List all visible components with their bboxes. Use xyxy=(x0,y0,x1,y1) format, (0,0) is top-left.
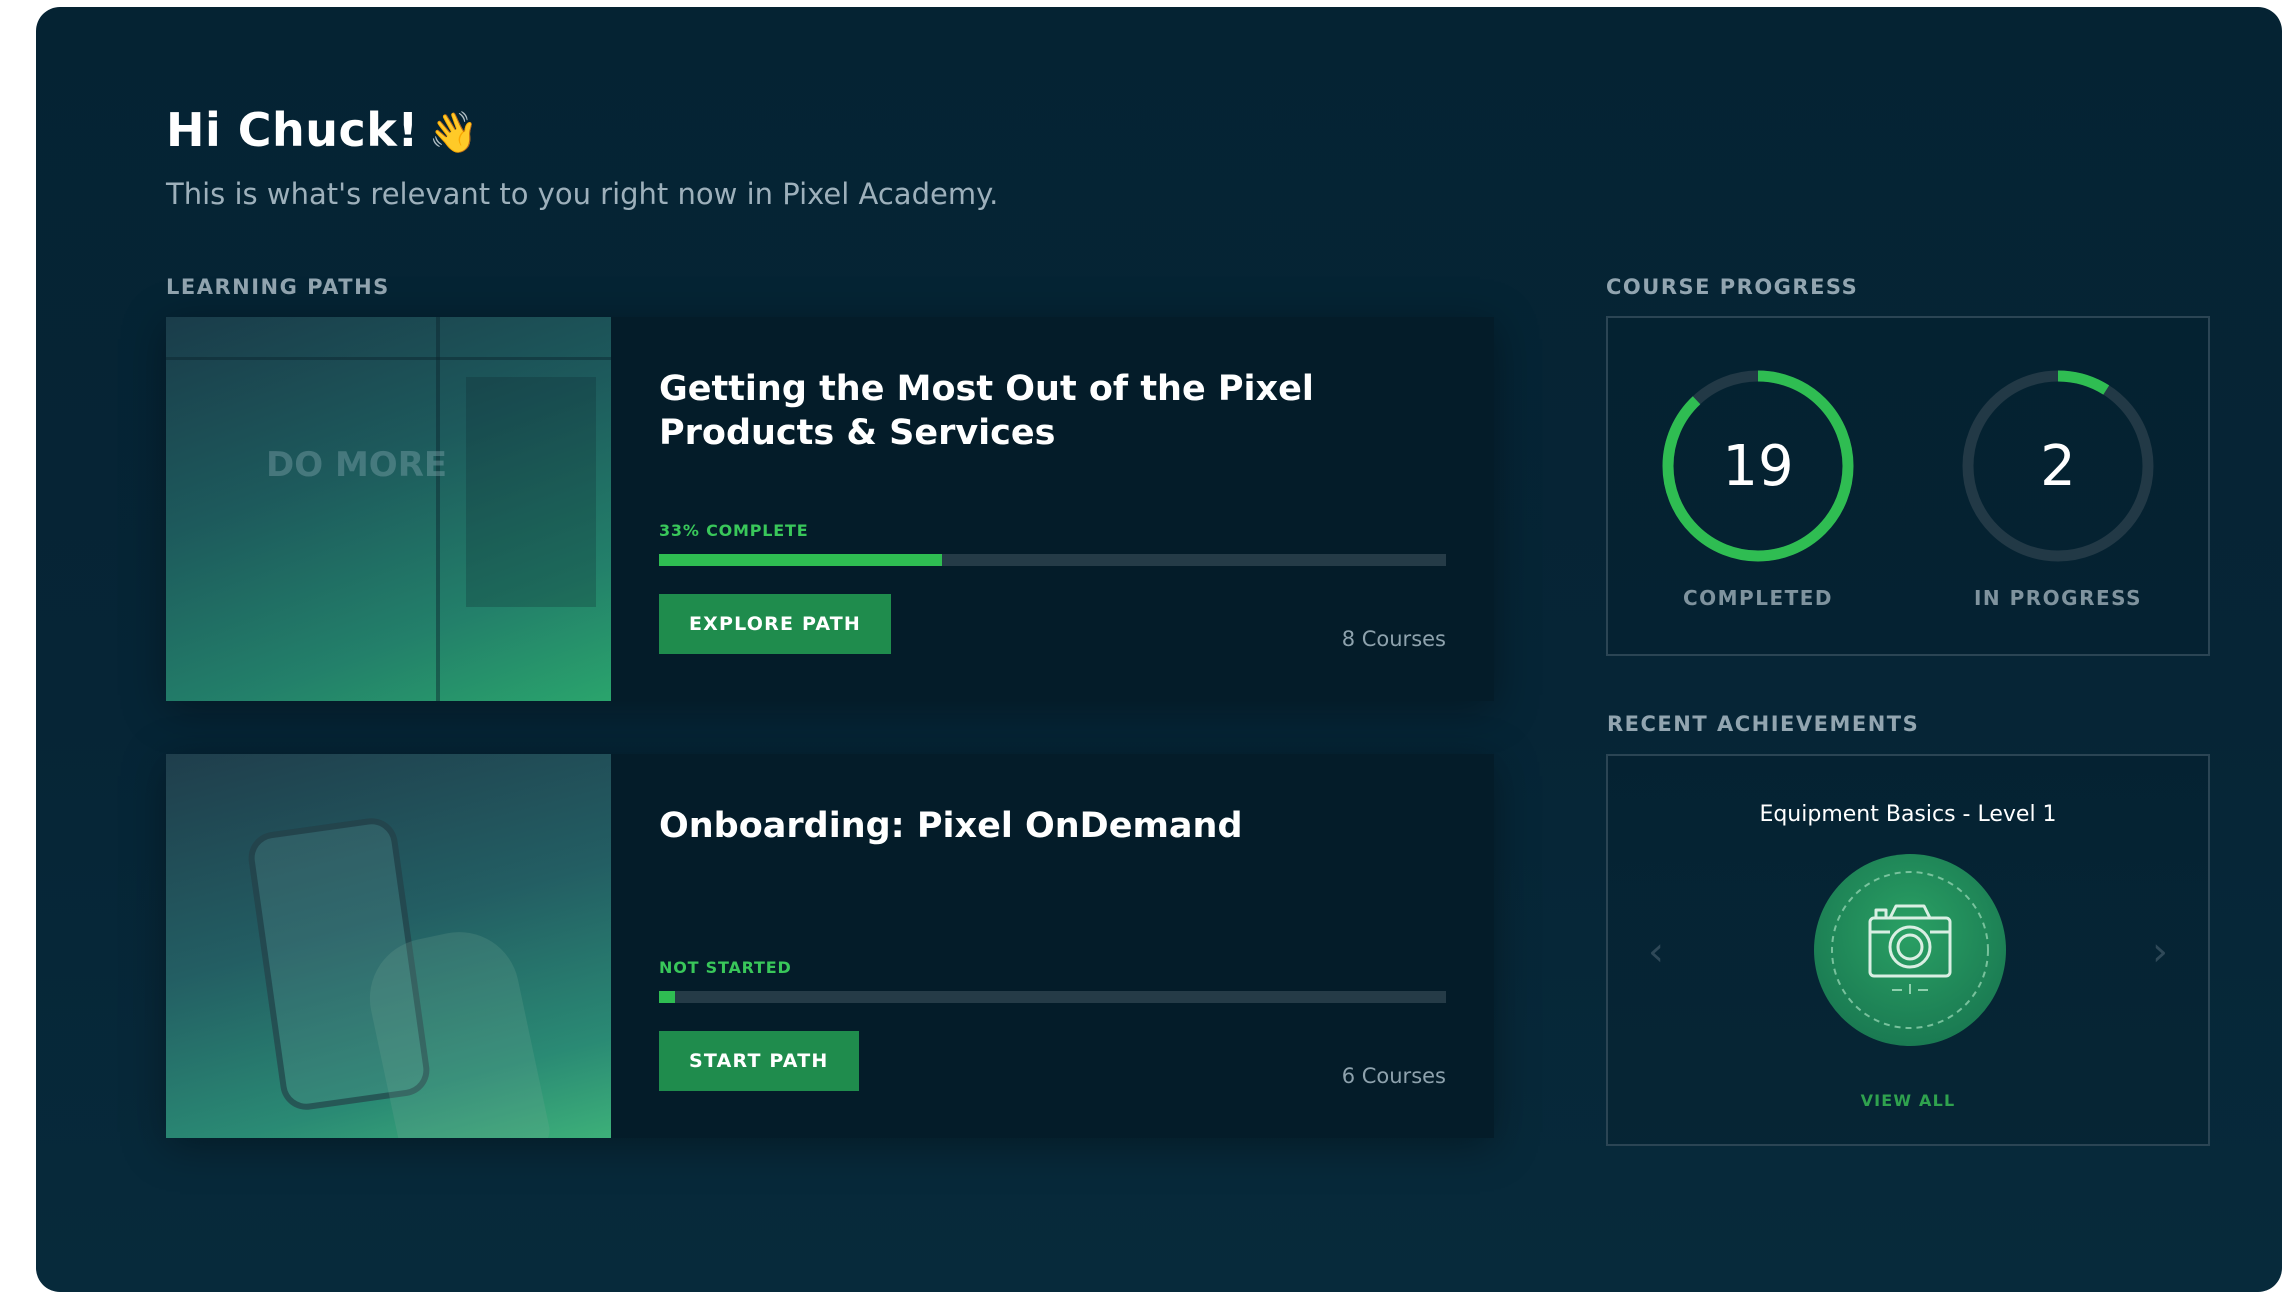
course-progress-label: COURSE PROGRESS xyxy=(1606,275,1859,299)
path-progress-fill xyxy=(659,554,943,566)
path-image-office: DO MORE xyxy=(166,317,611,701)
learning-path-card[interactable]: Onboarding: Pixel OnDemand NOT STARTED S… xyxy=(166,754,1494,1138)
achievement-badge[interactable] xyxy=(1812,852,2008,1048)
path-title[interactable]: Onboarding: Pixel OnDemand xyxy=(659,804,1419,848)
path-progress-bar xyxy=(659,554,1446,566)
greeting-text: Hi Chuck! xyxy=(166,103,419,157)
path-status: 33% COMPLETE xyxy=(659,521,809,540)
learning-paths-label: LEARNING PATHS xyxy=(166,275,390,299)
learning-path-card[interactable]: DO MORE Getting the Most Out of the Pixe… xyxy=(166,317,1494,701)
achievements-panel: Equipment Basics - Level 1 ‹ › VIEW ALL xyxy=(1606,754,2210,1146)
dashboard-frame: Hi Chuck! 👋 This is what's relevant to yo… xyxy=(36,7,2282,1292)
recent-achievements-label: RECENT ACHIEVEMENTS xyxy=(1607,712,1920,736)
waving-hand-icon: 👋 xyxy=(428,110,480,156)
path-course-count: 8 Courses xyxy=(1341,627,1446,651)
completed-ring: 19 xyxy=(1658,366,1858,566)
path-image-text: DO MORE xyxy=(266,445,448,485)
greeting-heading: Hi Chuck! 👋 xyxy=(166,103,479,157)
in-progress-count: 2 xyxy=(2040,433,2076,499)
path-progress-bar xyxy=(659,991,1446,1003)
greeting-subtitle: This is what's relevant to you right now… xyxy=(166,177,999,211)
chevron-left-icon[interactable]: ‹ xyxy=(1638,929,1674,975)
in-progress-label: IN PROGRESS xyxy=(1973,586,2143,610)
path-title[interactable]: Getting the Most Out of the Pixel Produc… xyxy=(659,367,1419,455)
path-image-phone xyxy=(166,754,611,1138)
chevron-right-icon[interactable]: › xyxy=(2142,929,2178,975)
course-progress-panel: 19 COMPLETED 2 IN PROGRESS xyxy=(1606,316,2210,656)
path-course-count: 6 Courses xyxy=(1341,1064,1446,1088)
path-progress-fill xyxy=(659,991,675,1003)
start-path-button[interactable]: START PATH xyxy=(659,1031,859,1091)
completed-label: COMPLETED xyxy=(1682,586,1834,610)
view-all-link[interactable]: VIEW ALL xyxy=(1608,1091,2208,1110)
completed-count: 19 xyxy=(1722,433,1794,499)
explore-path-button[interactable]: EXPLORE PATH xyxy=(659,594,892,654)
in-progress-ring: 2 xyxy=(1958,366,2158,566)
path-status: NOT STARTED xyxy=(659,958,792,977)
achievement-title: Equipment Basics - Level 1 xyxy=(1759,802,2057,827)
